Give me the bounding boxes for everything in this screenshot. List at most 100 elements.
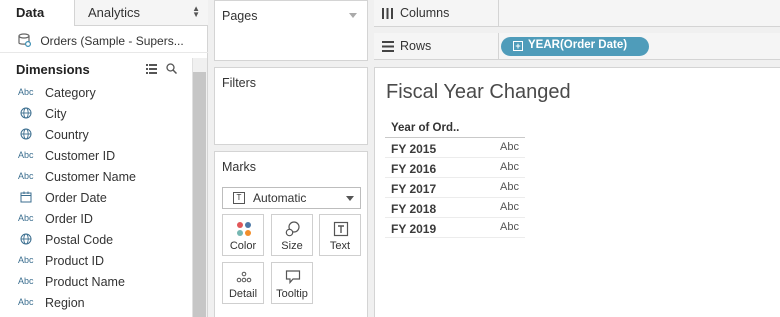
dimension-label: Customer Name — [45, 170, 136, 184]
string-type-icon: Abc — [18, 213, 34, 223]
dimension-item-customer-id[interactable]: Abc Customer ID — [0, 146, 192, 167]
color-label: Color — [229, 240, 257, 252]
tooltip-button[interactable]: Tooltip — [271, 262, 313, 304]
dimensions-title: Dimensions — [16, 62, 90, 77]
string-type-icon: Abc — [18, 150, 34, 160]
table-row[interactable]: FY 2015 Abc — [385, 138, 525, 158]
dimensions-header: Dimensions — [0, 58, 208, 82]
table-header[interactable]: Year of Ord.. — [385, 120, 525, 138]
pane-tabbar: Data Analytics ▲ ▼ — [0, 0, 208, 26]
tab-data[interactable]: Data — [0, 0, 75, 26]
chevron-down-icon — [346, 196, 354, 201]
dimension-label: City — [45, 107, 67, 121]
pages-card[interactable]: Pages — [214, 0, 368, 61]
text-button[interactable]: Text — [319, 214, 361, 256]
worksheet-view: Fiscal Year Changed Year of Ord.. FY 201… — [374, 67, 780, 317]
text-mark-icon: T — [233, 192, 245, 204]
text-label: Text — [329, 240, 351, 252]
detail-label: Detail — [228, 288, 258, 300]
view-title: Fiscal Year Changed — [386, 81, 571, 103]
data-pane: Data Analytics ▲ ▼ Orders (Sample - Super… — [0, 0, 208, 317]
table-cell-year: FY 2016 — [391, 162, 437, 176]
detail-button[interactable]: Detail — [222, 262, 264, 304]
table-cell-value: Abc — [500, 221, 519, 233]
table-row[interactable]: FY 2016 Abc — [385, 158, 525, 178]
columns-icon — [382, 8, 393, 22]
string-type-icon: Abc — [18, 297, 34, 307]
text-icon — [333, 221, 349, 237]
dimension-label: Order Date — [45, 191, 107, 205]
dimension-item-customer-name[interactable]: Abc Customer Name — [0, 167, 192, 188]
table-row[interactable]: FY 2019 Abc — [385, 218, 525, 238]
string-type-icon: Abc — [18, 87, 34, 97]
string-type-icon: Abc — [18, 171, 34, 181]
dimension-label: Category — [45, 86, 96, 100]
detail-icon — [236, 271, 252, 283]
columns-shelf[interactable]: Columns — [374, 0, 780, 27]
size-icon — [285, 221, 300, 237]
dimensions-list: Abc Category City Country Abc Customer I… — [0, 83, 192, 314]
color-icon — [237, 222, 251, 236]
tooltip-icon — [285, 270, 301, 285]
dimension-item-product-id[interactable]: Abc Product ID — [0, 251, 192, 272]
dimension-label: Order ID — [45, 212, 93, 226]
size-button[interactable]: Size — [271, 214, 313, 256]
dimension-label: Postal Code — [45, 233, 114, 247]
color-button[interactable]: Color — [222, 214, 264, 256]
datasource-name: Orders (Sample - Supers... — [40, 34, 184, 48]
dimension-item-category[interactable]: Abc Category — [0, 83, 192, 104]
rows-shelf-label: Rows — [374, 33, 499, 60]
pages-title: Pages — [222, 9, 258, 23]
dimension-label: Product ID — [45, 254, 105, 268]
datasource-item[interactable]: Orders (Sample - Supers... — [0, 27, 208, 53]
table-cell-value: Abc — [500, 201, 519, 213]
tab-analytics[interactable]: Analytics ▲ ▼ — [76, 0, 208, 26]
table-cell-value: Abc — [500, 141, 519, 153]
table-cell-year: FY 2015 — [391, 142, 437, 156]
string-type-icon: Abc — [18, 255, 34, 265]
dimension-label: Customer ID — [45, 149, 116, 163]
expand-plus-icon[interactable]: + — [513, 41, 523, 51]
search-icon[interactable] — [166, 63, 177, 77]
dimension-item-postal-code[interactable]: Postal Code — [0, 230, 192, 251]
dimension-item-order-id[interactable]: Abc Order ID — [0, 209, 192, 230]
marks-card: Marks T Automatic Color Size Text Detail… — [214, 151, 368, 317]
updown-arrows-icon: ▲ ▼ — [192, 4, 200, 19]
crosstab-table: Year of Ord.. FY 2015 Abc FY 2016 Abc FY… — [385, 120, 525, 238]
chevron-down-icon[interactable] — [349, 13, 357, 18]
view-list-icon[interactable] — [146, 64, 157, 77]
dimension-label: Country — [45, 128, 89, 142]
rows-label: Rows — [400, 39, 432, 53]
table-cell-value: Abc — [500, 161, 519, 173]
table-row[interactable]: FY 2017 Abc — [385, 178, 525, 198]
dimension-label: Region — [45, 296, 85, 310]
filters-card[interactable]: Filters — [214, 67, 368, 145]
dimension-item-region[interactable]: Abc Region — [0, 293, 192, 314]
mark-type-select[interactable]: T Automatic — [222, 187, 361, 209]
table-row[interactable]: FY 2018 Abc — [385, 198, 525, 218]
dimension-item-order-date[interactable]: Order Date — [0, 188, 192, 209]
year-order-date-pill[interactable]: + YEAR(Order Date) — [501, 37, 649, 56]
size-label: Size — [281, 240, 303, 252]
rows-icon — [382, 41, 394, 55]
columns-shelf-label: Columns — [374, 0, 499, 27]
filters-title: Filters — [222, 76, 257, 90]
table-cell-year: FY 2017 — [391, 182, 437, 196]
string-type-icon: Abc — [18, 276, 34, 286]
tab-analytics-label: Analytics — [88, 5, 141, 20]
columns-label: Columns — [400, 6, 450, 20]
dimension-item-city[interactable]: City — [0, 104, 192, 125]
marks-title: Marks — [222, 160, 257, 174]
database-icon — [18, 33, 32, 50]
table-cell-value: Abc — [500, 181, 519, 193]
cards-column: Pages Filters Marks T Automatic Color Si… — [208, 0, 374, 317]
pill-label: YEAR(Order Date) — [528, 39, 628, 51]
mark-type-value: Automatic — [253, 191, 307, 205]
table-cell-year: FY 2019 — [391, 222, 437, 236]
table-cell-year: FY 2018 — [391, 202, 437, 216]
dimensions-scroll-thumb[interactable] — [193, 72, 206, 317]
dimension-item-product-name[interactable]: Abc Product Name — [0, 272, 192, 293]
dimension-item-country[interactable]: Country — [0, 125, 192, 146]
dimension-label: Product Name — [45, 275, 125, 289]
tooltip-label: Tooltip — [276, 288, 308, 300]
